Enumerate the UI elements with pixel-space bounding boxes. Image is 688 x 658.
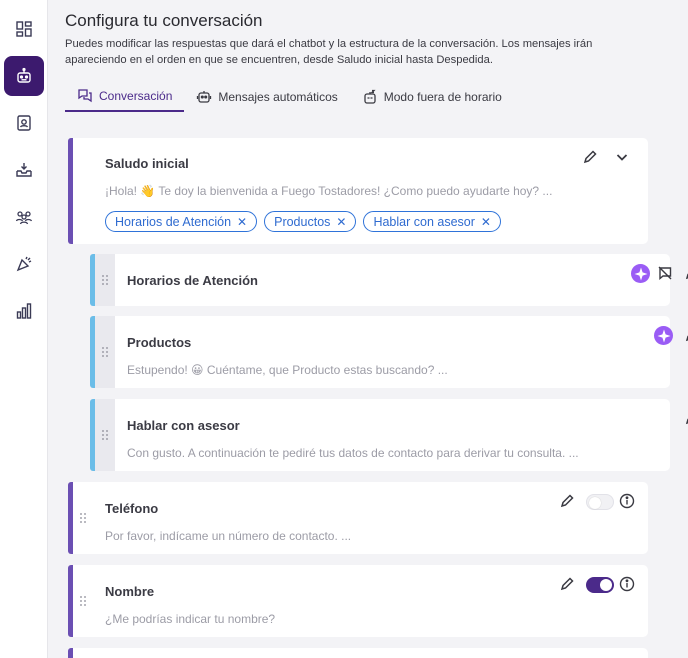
chip-productos[interactable]: Productos ✕ xyxy=(264,211,357,232)
card-productos[interactable]: Productos Estupendo! 😀 Cuéntame, que Pro… xyxy=(90,316,688,388)
card-accent-bar xyxy=(68,138,73,244)
chip-asesor[interactable]: Hablar con asesor ✕ xyxy=(363,211,501,232)
chip-label: Productos xyxy=(274,214,331,229)
tab-label: Conversación xyxy=(99,89,173,103)
close-icon[interactable]: ✕ xyxy=(237,215,247,229)
tab-conversacion[interactable]: Conversación xyxy=(65,84,185,112)
robot-sleep-icon xyxy=(364,89,376,104)
edit-pencil-icon[interactable] xyxy=(683,326,688,344)
required-toggle[interactable] xyxy=(586,577,614,593)
page-description: Puedes modificar las respuestas que dará… xyxy=(65,38,593,66)
card-message: Por favor, indícame un número de contact… xyxy=(105,529,352,543)
chevron-down-icon[interactable] xyxy=(613,148,631,166)
card-message: ¡Hola! 👋 Te doy la bienvenida a Fuego To… xyxy=(105,184,553,198)
drag-handle-icon[interactable] xyxy=(73,482,93,554)
chip-horarios[interactable]: Horarios de Atención ✕ xyxy=(105,211,258,232)
card-nombre[interactable]: Nombre ¿Me podrías indicar tu nombre? xyxy=(68,565,648,637)
tabs: Conversación Mensajes automáticos Modo f… xyxy=(65,84,514,112)
ai-sparkle-icon[interactable] xyxy=(631,264,650,283)
drag-handle-icon[interactable] xyxy=(73,565,93,637)
dashboard-icon xyxy=(16,21,32,37)
sidebar-item-chatbot[interactable] xyxy=(4,56,44,96)
card-title: Hablar con asesor xyxy=(127,418,240,433)
card-title: Teléfono xyxy=(105,501,159,516)
card-message: Con gusto. A continuación te pediré tus … xyxy=(127,446,579,460)
card-horarios-atencion[interactable]: Horarios de Atención xyxy=(90,254,688,306)
main-content: Configura tu conversación Puedes modific… xyxy=(48,0,688,658)
card-title: Nombre xyxy=(105,584,155,599)
no-comment-icon[interactable] xyxy=(656,264,674,282)
ai-sparkle-icon[interactable] xyxy=(654,326,673,345)
tab-label: Mensajes automáticos xyxy=(218,90,338,104)
toggle-knob xyxy=(600,579,612,591)
sidebar-item-contacts[interactable] xyxy=(4,103,44,143)
edit-pencil-icon[interactable] xyxy=(558,575,576,593)
card-message: Estupendo! 😀 Cuéntame, que Producto esta… xyxy=(127,363,448,377)
card-title: Productos xyxy=(127,335,192,350)
card-saludo-inicial[interactable]: Saludo inicial ¡Hola! 👋 Te doy la bienve… xyxy=(68,138,648,244)
card-next-partial[interactable] xyxy=(68,648,648,658)
close-icon[interactable]: ✕ xyxy=(481,215,491,229)
edit-pencil-icon[interactable] xyxy=(558,492,576,510)
sidebar-item-inbox[interactable] xyxy=(4,150,44,190)
edit-pencil-icon[interactable] xyxy=(581,148,599,166)
robot-icon xyxy=(197,91,212,103)
inbox-download-icon xyxy=(16,163,32,177)
drag-handle-icon[interactable] xyxy=(95,399,115,471)
required-toggle[interactable] xyxy=(586,494,614,510)
page-title: Configura tu conversación xyxy=(65,11,263,30)
chip-list: Horarios de Atención ✕ Productos ✕ Hablar … xyxy=(105,211,501,232)
sidebar-item-dashboard[interactable] xyxy=(4,9,44,49)
sidebar-item-campaigns[interactable] xyxy=(4,244,44,284)
info-icon[interactable] xyxy=(618,492,636,510)
chip-label: Horarios de Atención xyxy=(115,214,232,229)
edit-pencil-icon[interactable] xyxy=(683,264,688,282)
drag-handle-icon[interactable] xyxy=(95,316,115,388)
card-telefono[interactable]: Teléfono Por favor, indícame un número d… xyxy=(68,482,648,554)
card-title: Saludo inicial xyxy=(105,156,189,171)
tab-label: Modo fuera de horario xyxy=(383,90,502,104)
card-accent-bar xyxy=(68,648,73,658)
chat-bubbles-icon xyxy=(78,89,92,103)
sidebar-item-users[interactable] xyxy=(4,197,44,237)
close-icon[interactable]: ✕ xyxy=(336,215,346,229)
contact-book-icon xyxy=(17,115,31,131)
card-title: Horarios de Atención xyxy=(127,273,258,288)
card-message: ¿Me podrías indicar tu nombre? xyxy=(105,612,276,626)
bot-icon xyxy=(17,67,31,83)
bar-chart-icon xyxy=(16,303,32,319)
info-icon[interactable] xyxy=(618,575,636,593)
sidebar xyxy=(0,0,48,658)
card-hablar-con-asesor[interactable]: Hablar con asesor Con gusto. A continuac… xyxy=(90,399,688,471)
edit-pencil-icon[interactable] xyxy=(683,409,688,427)
campaign-icon xyxy=(16,256,32,272)
users-icon xyxy=(15,211,33,225)
toggle-knob xyxy=(589,497,601,509)
chip-label: Hablar con asesor xyxy=(373,214,475,229)
sidebar-item-stats[interactable] xyxy=(4,291,44,331)
drag-handle-icon[interactable] xyxy=(95,254,115,306)
tab-mensajes-automaticos[interactable]: Mensajes automáticos xyxy=(184,84,349,110)
tab-modo-fuera-de-horario[interactable]: Modo fuera de horario xyxy=(350,84,514,110)
